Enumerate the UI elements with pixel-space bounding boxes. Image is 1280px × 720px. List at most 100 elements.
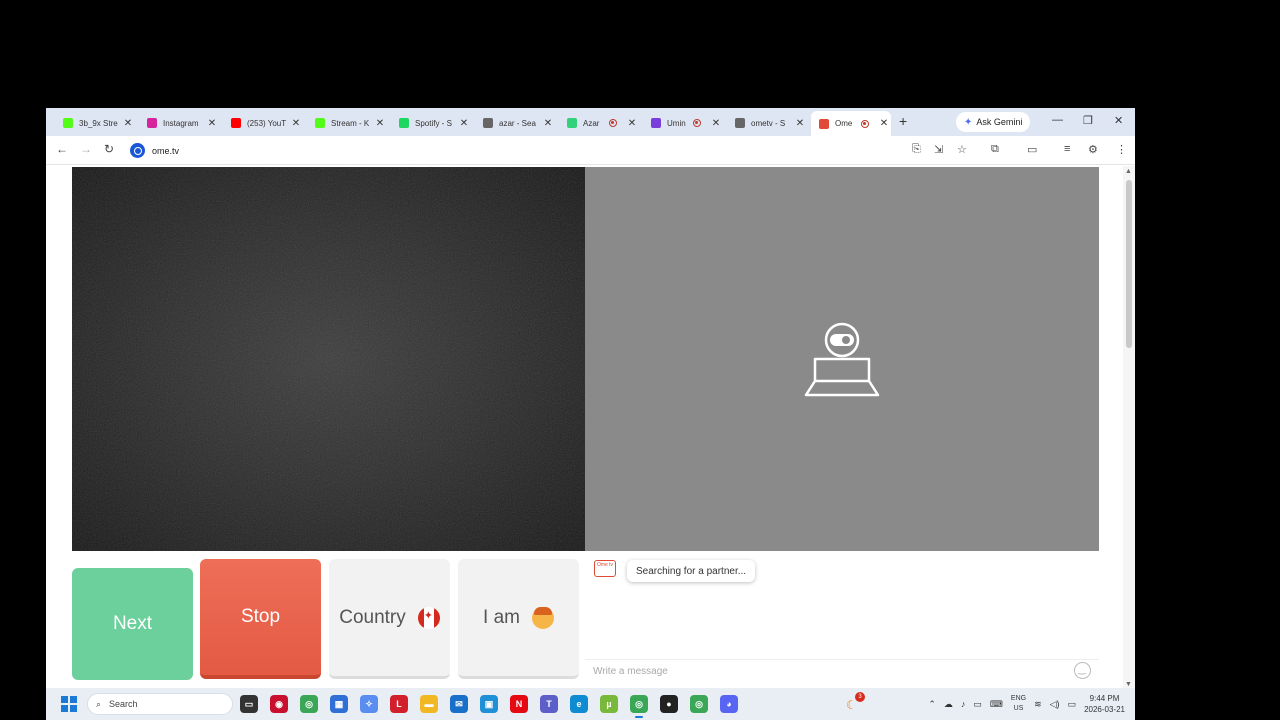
folder-icon[interactable]: ▬	[420, 695, 438, 713]
country-button[interactable]: Country	[329, 559, 450, 679]
umingle-icon	[651, 118, 661, 128]
bookmark-star-icon[interactable]: ☆	[957, 143, 967, 156]
emoji-icon[interactable]	[1074, 662, 1091, 679]
search-icon	[483, 118, 493, 128]
new-tab-button[interactable]: +	[899, 113, 907, 129]
microphone-icon[interactable]: ♪	[961, 699, 966, 709]
close-tab-icon[interactable]: ✕	[541, 118, 555, 129]
keyboard-icon[interactable]: ⌨	[990, 699, 1003, 710]
kick-icon	[63, 118, 73, 128]
scroll-down-icon[interactable]: ▼	[1125, 681, 1132, 688]
close-tab-icon[interactable]: ✕	[793, 118, 807, 129]
youtube-icon	[231, 118, 241, 128]
netflix-icon[interactable]: N	[510, 695, 528, 713]
close-tab-icon[interactable]: ✕	[625, 118, 639, 129]
clock[interactable]: 9:44 PM 2026-03-21	[1084, 693, 1125, 715]
display-icon[interactable]: ▭	[973, 699, 982, 710]
browser-tab[interactable]: Azar ✕	[559, 112, 639, 134]
lang-region: US	[1013, 705, 1024, 712]
stop-button[interactable]: Stop	[200, 559, 321, 679]
minimize-icon[interactable]: —	[1052, 114, 1063, 126]
browser-tab[interactable]: Stream - K ✕	[307, 112, 387, 134]
close-tab-icon[interactable]: ✕	[373, 118, 387, 129]
page-scrollbar[interactable]: ▲ ▼	[1123, 166, 1135, 688]
close-tab-icon[interactable]: ✕	[709, 118, 723, 129]
ask-gemini-label: Ask Gemini	[976, 117, 1023, 127]
language-indicator[interactable]: ENG US	[1011, 694, 1026, 714]
tab-title: Ome	[835, 119, 853, 128]
browser-tab[interactable]: Spotify - S ✕	[391, 112, 471, 134]
browser-tab[interactable]: (253) YouT ✕	[223, 112, 303, 134]
onedrive-icon[interactable]: ☁	[944, 699, 953, 710]
reload-icon[interactable]: ↻	[104, 142, 114, 156]
gemini-icon: ✦	[964, 116, 973, 128]
store-icon[interactable]: ▦	[330, 695, 348, 713]
task-view-icon[interactable]: ▭	[240, 695, 258, 713]
wifi-icon[interactable]: ≋	[1034, 699, 1042, 710]
utorrent-icon[interactable]: µ	[600, 695, 618, 713]
search-icon	[735, 118, 745, 128]
close-tab-icon[interactable]: ✕	[457, 118, 471, 129]
system-tray: ⌃ ☁ ♪ ▭ ⌨ ENG US ≋ ◁) ▭ 9:44 PM 2026-03-…	[928, 691, 1125, 717]
close-window-icon[interactable]: ✕	[1114, 114, 1123, 127]
ask-gemini-button[interactable]: ✦ Ask Gemini	[956, 112, 1031, 132]
profile-icon[interactable]: ⚙	[1088, 143, 1098, 156]
browser-tab[interactable]: ometv - S ✕	[727, 112, 807, 134]
browser-tab[interactable]: azar - Sea ✕	[475, 112, 555, 134]
app-l-icon[interactable]: L	[390, 695, 408, 713]
next-button[interactable]: Next	[72, 568, 193, 680]
i-am-button[interactable]: I am	[458, 559, 579, 679]
browser-tab[interactable]: Instagram ✕	[139, 112, 219, 134]
discord-icon[interactable]: ◕	[720, 695, 738, 713]
install-app-icon[interactable]: ⇲	[934, 143, 943, 156]
copilot-icon[interactable]: ✧	[360, 695, 378, 713]
translate-icon[interactable]: ⎘	[912, 143, 921, 156]
chevron-up-icon[interactable]: ⌃	[928, 699, 936, 710]
windows-start-icon[interactable]	[61, 696, 77, 712]
close-tab-icon[interactable]: ✕	[289, 118, 303, 129]
partner-video	[585, 167, 1099, 551]
chrome-icon[interactable]: ◎	[630, 695, 648, 718]
tab-title: ometv - S	[751, 118, 786, 128]
taskbar: ⌕ Search ▭ ◉ ◎ ▦ ✧ L ▬ ✉ ▣ N Te µ ◎ ● ◎ ◕ ⌃ ☁ ♪ ▭ ⌨ ENG…	[46, 688, 1135, 720]
scroll-up-icon[interactable]: ▲	[1125, 168, 1132, 175]
chat-status-message: Searching for a partner...	[627, 560, 756, 582]
chrome-icon[interactable]: ◎	[690, 695, 708, 713]
address-bar[interactable]: ome.tv	[130, 141, 179, 160]
local-video	[72, 167, 585, 551]
browser-tab[interactable]: 3b_9x Stre ✕	[55, 112, 135, 134]
back-icon[interactable]: ←	[56, 142, 68, 156]
tab-title: azar - Sea	[499, 118, 536, 128]
message-input[interactable]: Write a message	[585, 659, 1099, 683]
browser-tab[interactable]: Ome ✕	[811, 111, 891, 136]
forward-icon[interactable]: →	[80, 142, 92, 156]
scrollbar-thumb[interactable]	[1126, 180, 1132, 348]
boy-face-icon	[531, 606, 554, 629]
obs-icon[interactable]: ●	[660, 695, 678, 713]
extensions-icon[interactable]: ⧉	[991, 143, 999, 156]
menu-icon[interactable]: ⋮	[1116, 143, 1127, 156]
outlook-icon[interactable]: ✉	[450, 695, 468, 713]
taskbar-search[interactable]: ⌕ Search	[87, 693, 233, 715]
teams-icon[interactable]: T	[540, 695, 558, 713]
close-tab-icon[interactable]: ✕	[121, 118, 135, 129]
battery-icon[interactable]: ▭	[1068, 699, 1077, 710]
ometv-page: Next Stop Country I am Ome tv Searching …	[46, 166, 1135, 688]
volume-icon[interactable]: ◁)	[1050, 699, 1060, 710]
site-info-icon[interactable]	[130, 143, 145, 158]
close-tab-icon[interactable]: ✕	[205, 118, 219, 129]
browser-tab[interactable]: Umin ✕	[643, 112, 723, 134]
app-red-icon[interactable]: ◉	[270, 695, 288, 713]
edge-icon[interactable]: e	[570, 695, 588, 713]
side-panel-icon[interactable]: ▭	[1027, 143, 1037, 156]
kick-icon	[315, 118, 325, 128]
tab-title: Spotify - S	[415, 118, 452, 128]
close-tab-icon[interactable]: ✕	[877, 118, 891, 129]
chrome-icon[interactable]: ◎	[300, 695, 318, 713]
monitor-icon[interactable]: ▣	[480, 695, 498, 713]
search-icon: ⌕	[96, 698, 102, 709]
media-controls-icon[interactable]: ≡	[1064, 143, 1070, 155]
restore-icon[interactable]: ❐	[1083, 114, 1093, 127]
i-am-label: I am	[483, 606, 520, 628]
weather-icon[interactable]: ☾	[846, 698, 857, 712]
